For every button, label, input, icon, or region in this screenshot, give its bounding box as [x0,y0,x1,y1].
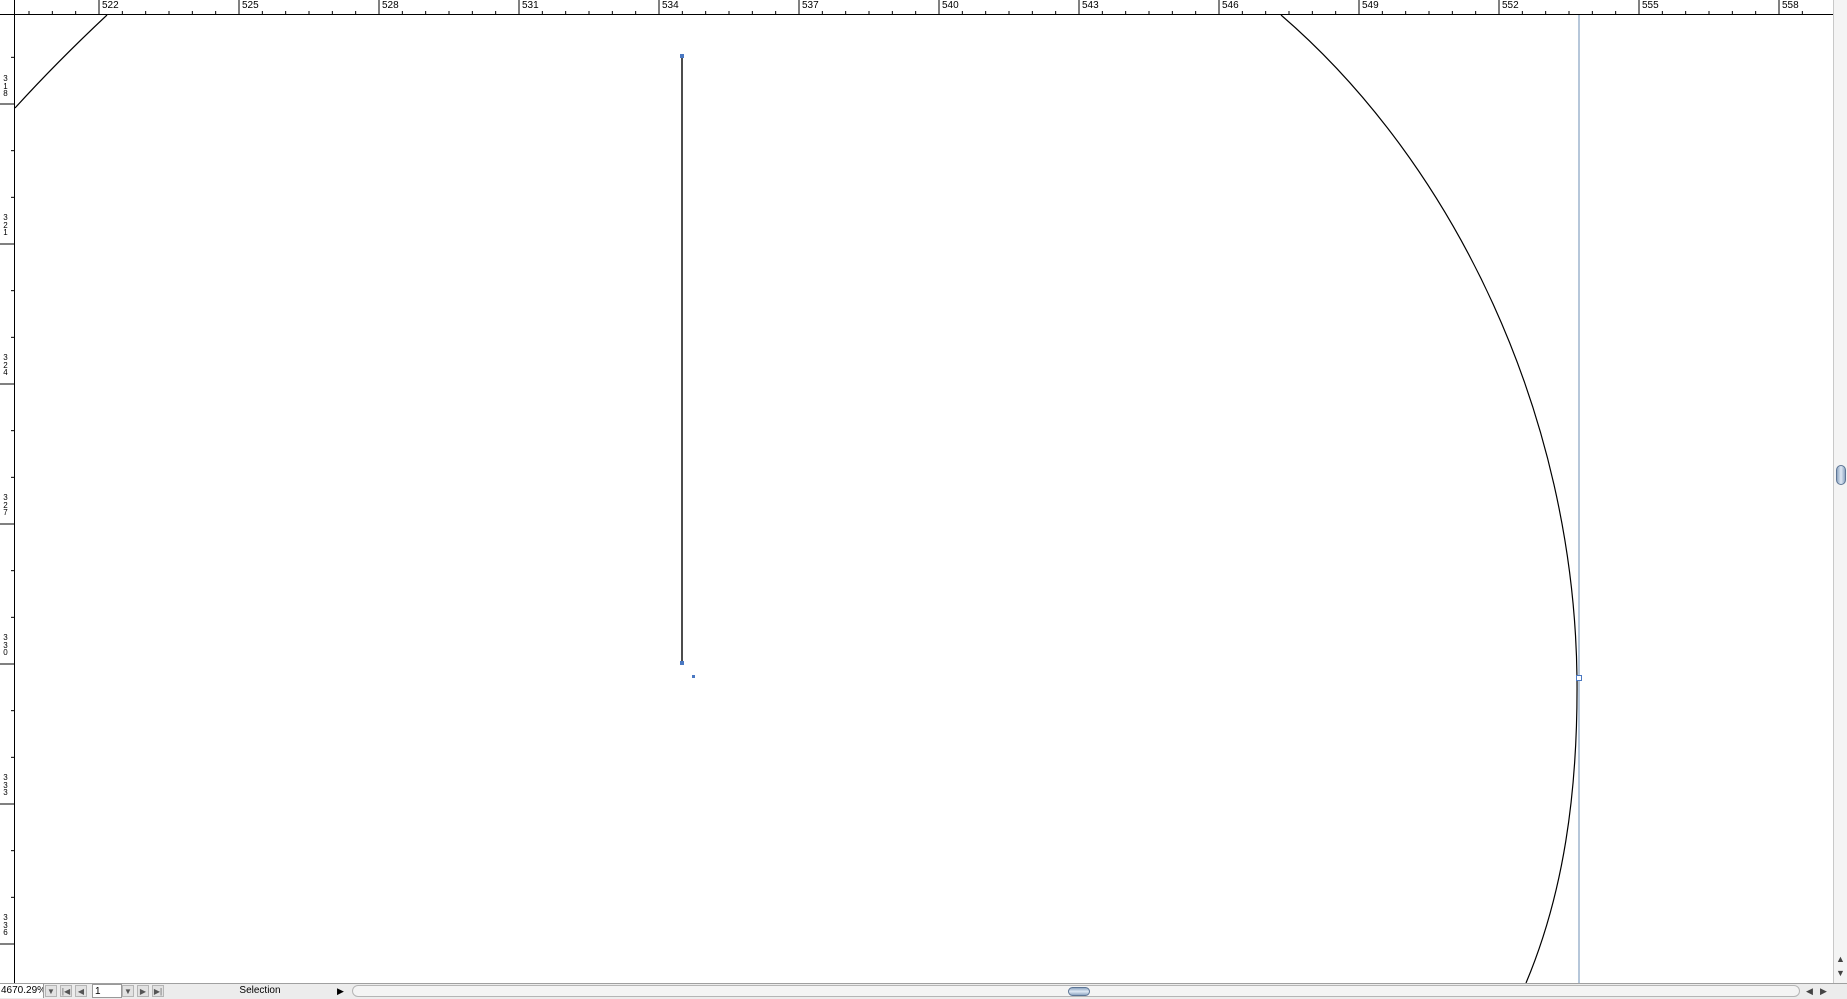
page-menu-chevron-down-icon[interactable]: ▼ [122,985,134,997]
artboard-canvas[interactable] [15,15,1833,983]
ruler-label-537: 537 [802,0,819,11]
ruler-label-327: 3 2 7 [3,493,8,517]
last-page-icon[interactable]: ▶| [152,985,164,997]
arrow-down-icon[interactable]: ▼ [1834,967,1847,980]
status-bar: 4670.29% ▼ |◀ ◀ 1 ▼ ▶ ▶| Selection ▶ ◀ ▶ [0,983,1847,999]
ruler-label-531: 531 [522,0,539,11]
horizontal-scrollbar[interactable] [352,985,1800,997]
ruler-label-540: 540 [942,0,959,11]
zoom-level-field[interactable]: 4670.29% [0,984,44,998]
ruler-label-534: 534 [662,0,679,11]
current-tool-status: Selection [239,985,281,996]
horizontal-ruler-ticks [28,0,1803,15]
vertical-scrollbar[interactable]: ▲ ▼ [1833,0,1847,983]
ruler-label-543: 543 [1082,0,1099,11]
arrow-up-icon[interactable]: ▲ [1834,953,1847,966]
next-page-icon[interactable]: ▶ [137,985,149,997]
horizontal-ruler[interactable]: 522 525 528 531 534 537 540 543 546 549 … [0,0,1847,15]
ruler-label-336: 3 3 6 [3,913,8,937]
arc-anchor-point[interactable] [1576,675,1582,681]
previous-page-icon[interactable]: ◀ [75,985,87,997]
ruler-label-552: 552 [1502,0,1519,11]
ruler-origin-corner[interactable] [0,0,15,15]
ruler-label-321: 3 2 1 [3,213,8,237]
ruler-label-318: 3 1 8 [3,74,8,98]
ruler-label-555: 555 [1642,0,1659,11]
ruler-label-525: 525 [242,0,259,11]
ruler-label-549: 549 [1362,0,1379,11]
play-icon[interactable]: ▶ [337,984,344,998]
first-page-icon[interactable]: |◀ [60,985,72,997]
anchor-point-bottom[interactable] [680,661,684,665]
ruler-label-528: 528 [382,0,399,11]
partial-curve-path[interactable] [15,15,108,109]
ruler-label-546: 546 [1222,0,1239,11]
arrow-left-icon[interactable]: ◀ [1803,984,1816,998]
ruler-label-324: 3 2 4 [3,353,8,377]
ruler-label-558: 558 [1782,0,1799,11]
vertical-ruler[interactable]: 3 1 8 3 2 1 3 2 4 3 2 7 3 3 0 3 3 3 3 3 … [0,15,15,983]
arc-path[interactable] [1280,15,1578,983]
horizontal-scroll-thumb[interactable] [1068,987,1090,996]
arrow-right-icon[interactable]: ▶ [1817,984,1830,998]
ruler-label-330: 3 3 0 [3,633,8,657]
page-number-field[interactable]: 1 [92,984,122,998]
ruler-label-522: 522 [102,0,119,11]
ruler-label-333: 3 3 3 [3,773,8,797]
center-point-marker [692,675,695,678]
chevron-down-icon[interactable]: ▼ [45,985,57,997]
vertical-scroll-thumb[interactable] [1836,465,1846,485]
artwork-layer [15,15,1582,983]
anchor-point-top[interactable] [680,54,684,58]
